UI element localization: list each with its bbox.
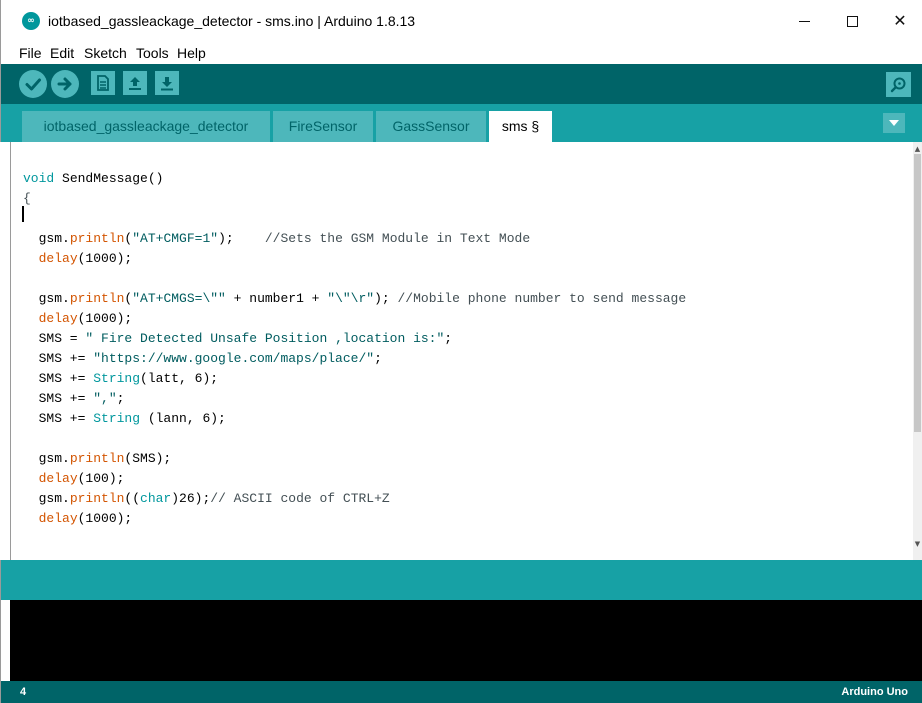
menu-bar: File Edit Sketch Tools Help	[0, 42, 922, 64]
upload-icon	[57, 77, 72, 91]
menu-tools[interactable]: Tools	[136, 45, 169, 61]
code-line[interactable]: gsm.println("AT+CMGF=1"); //Sets the GSM…	[23, 229, 531, 249]
code-line[interactable]: SMS += String(latt, 6);	[23, 369, 218, 389]
code-line[interactable]: SMS = " Fire Detected Unsafe Position ,l…	[23, 329, 453, 349]
code-line[interactable]: delay(1000);	[23, 309, 133, 329]
serial-monitor-icon	[890, 77, 906, 93]
upload-button[interactable]	[51, 70, 79, 98]
code-line[interactable]: gsm.println("AT+CMGS=\"" + number1 + "\"…	[23, 289, 687, 309]
tab-bar: iotbased_gassleackage_detector FireSenso…	[0, 104, 922, 142]
serial-monitor-button[interactable]	[886, 72, 911, 97]
window-title: iotbased_gassleackage_detector - sms.ino…	[48, 13, 416, 29]
scroll-up-arrow-icon[interactable]: ▲	[913, 144, 922, 154]
status-bar: 4 Arduino Uno	[0, 681, 922, 703]
message-bar	[0, 560, 922, 600]
code-editor[interactable]: void SendMessage(){ gsm.println("AT+CMGF…	[10, 142, 913, 560]
toolbar	[0, 64, 922, 104]
close-icon: ✕	[893, 11, 907, 30]
tab-iotbased-gassleackage-detector[interactable]: iotbased_gassleackage_detector	[22, 111, 270, 142]
menu-sketch[interactable]: Sketch	[84, 45, 127, 61]
tab-firesensor[interactable]: FireSensor	[273, 111, 373, 142]
verify-button[interactable]	[19, 70, 47, 98]
maximize-button[interactable]	[829, 6, 875, 36]
console-margin	[0, 600, 10, 681]
code-line[interactable]: delay(1000);	[23, 509, 133, 529]
tab-sms[interactable]: sms §	[489, 111, 552, 142]
save-button[interactable]	[155, 71, 179, 95]
chevron-down-icon	[889, 120, 899, 126]
board-name: Arduino Uno	[841, 686, 908, 698]
menu-edit[interactable]: Edit	[50, 45, 74, 61]
maximize-icon	[846, 16, 858, 27]
minimize-button[interactable]	[781, 6, 827, 36]
open-button[interactable]	[123, 71, 147, 95]
code-line[interactable]: delay(1000);	[23, 249, 133, 269]
tab-gasssensor[interactable]: GassSensor	[376, 111, 486, 142]
arduino-logo-icon: ∞	[22, 12, 40, 30]
new-button[interactable]	[91, 71, 115, 95]
open-icon	[129, 77, 141, 90]
close-button[interactable]: ✕	[877, 6, 922, 36]
scrollbar-thumb[interactable]	[914, 154, 921, 432]
menu-help[interactable]: Help	[177, 45, 206, 61]
scroll-down-arrow-icon[interactable]: ▼	[913, 539, 922, 549]
code-line[interactable]: void SendMessage()	[23, 169, 163, 189]
editor-scrollbar[interactable]: ▲ ▼	[913, 142, 922, 560]
code-line[interactable]: SMS += String (lann, 6);	[23, 409, 226, 429]
menu-file[interactable]: File	[19, 45, 42, 61]
new-icon	[97, 75, 109, 91]
tab-menu-button[interactable]	[883, 113, 905, 133]
verify-icon	[25, 78, 41, 91]
console-output[interactable]	[10, 600, 922, 681]
code-line[interactable]: SMS += "https://www.google.com/maps/plac…	[23, 349, 382, 369]
title-bar: ∞ iotbased_gassleackage_detector - sms.i…	[0, 0, 922, 42]
code-line[interactable]: {	[23, 189, 31, 209]
line-number: 4	[20, 686, 27, 698]
code-line[interactable]: delay(100);	[23, 469, 125, 489]
minimize-icon	[798, 21, 810, 22]
code-line[interactable]: SMS += ",";	[23, 389, 125, 409]
save-icon	[161, 77, 173, 91]
code-line[interactable]: gsm.println((char)26);// ASCII code of C…	[23, 489, 390, 509]
code-line[interactable]: gsm.println(SMS);	[23, 449, 172, 469]
